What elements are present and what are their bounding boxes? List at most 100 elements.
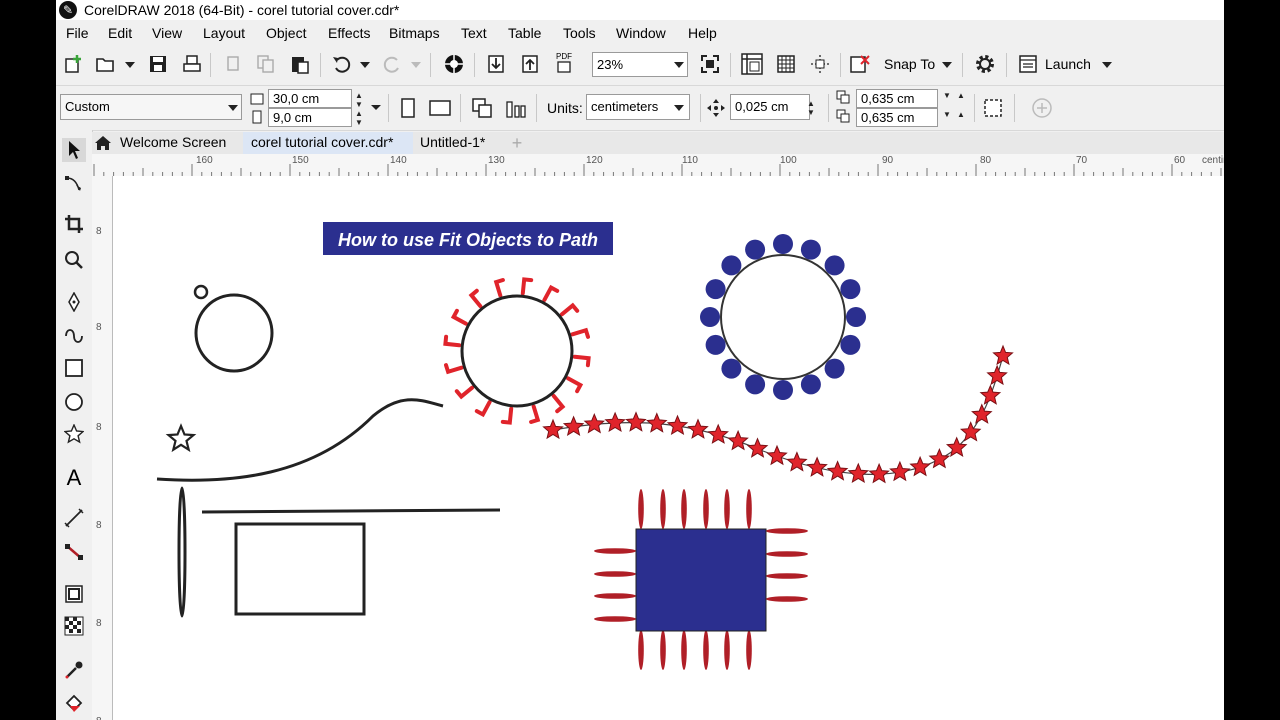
show-guidelines-icon[interactable] <box>808 52 832 76</box>
copy-icon[interactable] <box>254 52 278 76</box>
text-tool-icon[interactable]: A <box>62 465 86 490</box>
menu-object[interactable]: Object <box>266 25 306 41</box>
units-dropdown-icon[interactable] <box>674 105 684 111</box>
page-height-stepper[interactable]: ▲ ▼ <box>352 109 366 127</box>
menu-view[interactable]: View <box>152 25 182 41</box>
redo-dropdown-icon[interactable] <box>411 62 421 68</box>
navy-dot <box>745 239 766 260</box>
snap-to-dropdown-icon[interactable] <box>942 62 952 68</box>
corel-connect-icon[interactable] <box>442 52 466 76</box>
connector-tool-icon[interactable] <box>62 540 86 564</box>
undo-dropdown-icon[interactable] <box>360 62 370 68</box>
menu-table[interactable]: Table <box>508 25 541 41</box>
redo-icon[interactable] <box>380 52 404 76</box>
menu-edit[interactable]: Edit <box>108 25 132 41</box>
drop-shadow-icon[interactable] <box>62 582 86 606</box>
pick-tool-icon[interactable] <box>62 138 86 162</box>
menu-help[interactable]: Help <box>688 25 717 41</box>
menu-effects[interactable]: Effects <box>328 25 371 41</box>
snap-to-label[interactable]: Snap To <box>884 56 935 72</box>
spike <box>594 548 636 554</box>
ruler-label-60: 60 <box>1174 155 1186 166</box>
duplicate-y-stepper-up[interactable]: ▲ <box>954 110 968 119</box>
tab-welcome-screen[interactable]: Welcome Screen <box>112 132 244 154</box>
menu-tools[interactable]: Tools <box>563 25 596 41</box>
launch-label[interactable]: Launch <box>1045 56 1091 72</box>
page-size-extra-icon[interactable] <box>371 105 381 110</box>
current-page-icon[interactable] <box>504 96 528 120</box>
menu-text[interactable]: Text <box>461 25 487 41</box>
import-icon[interactable] <box>484 52 508 76</box>
all-pages-icon[interactable] <box>470 96 494 120</box>
zoom-tool-icon[interactable] <box>62 248 86 272</box>
open-icon[interactable] <box>94 52 118 76</box>
full-screen-icon[interactable] <box>698 52 722 76</box>
polygon-tool-icon[interactable] <box>62 422 86 446</box>
page-border-icon[interactable] <box>981 96 1005 120</box>
nudge-distance-field[interactable]: 0,025 cm <box>730 94 810 120</box>
vertical-ruler[interactable]: 8 8 8 8 8 8 <box>92 176 113 720</box>
portrait-icon[interactable] <box>396 96 420 120</box>
banner[interactable]: How to use Fit Objects to Path <box>323 222 613 255</box>
undo-icon[interactable] <box>330 52 354 76</box>
duplicate-x-stepper-up[interactable]: ▲ <box>954 91 968 100</box>
menu-bitmaps[interactable]: Bitmaps <box>389 25 440 41</box>
spike <box>594 593 636 599</box>
menu-layout[interactable]: Layout <box>203 25 245 41</box>
artistic-media-icon[interactable] <box>62 322 86 346</box>
tab-corel-tutorial-cover[interactable]: corel tutorial cover.cdr* <box>243 132 413 154</box>
red-star <box>826 460 849 481</box>
red-star <box>542 418 564 440</box>
navy-dot <box>846 307 866 327</box>
duplicate-y-stepper[interactable]: ▼ <box>940 110 954 119</box>
save-icon[interactable] <box>146 52 170 76</box>
nudge-stepper[interactable]: ▲ ▼ <box>804 99 818 117</box>
drawing-canvas[interactable]: How to use Fit Objects to Path <box>113 176 1224 720</box>
eyedropper-icon[interactable] <box>62 658 86 682</box>
page-height-field[interactable]: 9,0 cm <box>268 108 352 127</box>
menu-window[interactable]: Window <box>616 25 666 41</box>
home-icon[interactable] <box>92 132 114 154</box>
duplicate-x-stepper[interactable]: ▼ <box>940 91 954 100</box>
options-gear-icon[interactable] <box>973 52 997 76</box>
thin-ellipse <box>177 486 187 618</box>
shape-tool-icon[interactable] <box>62 172 86 196</box>
page-width-field[interactable]: 30,0 cm <box>268 89 352 108</box>
open-dropdown-icon[interactable] <box>125 62 135 68</box>
export-icon[interactable] <box>518 52 542 76</box>
duplicate-x-field[interactable]: 0,635 cm <box>856 89 938 108</box>
fill-icon[interactable] <box>62 692 86 716</box>
print-icon[interactable] <box>180 52 204 76</box>
show-grid-icon[interactable] <box>774 52 798 76</box>
tab-untitled-1[interactable]: Untitled-1* <box>412 132 508 154</box>
navy-dot <box>840 279 861 300</box>
red-tick-mark <box>474 400 492 418</box>
launch-dropdown-icon[interactable] <box>1102 62 1112 68</box>
landscape-icon[interactable] <box>428 96 452 120</box>
add-page-icon[interactable] <box>1030 96 1054 120</box>
duplicate-y-field[interactable]: 0,635 cm <box>856 108 938 127</box>
show-rulers-icon[interactable] <box>740 52 764 76</box>
square-with-spikes <box>594 489 808 670</box>
snap-off-icon[interactable] <box>848 52 872 76</box>
menu-file[interactable]: File <box>66 25 89 41</box>
crop-tool-icon[interactable] <box>62 212 86 236</box>
zoom-dropdown-icon[interactable] <box>674 62 684 68</box>
page-width-stepper[interactable]: ▲ ▼ <box>352 91 366 109</box>
ellipse-tool-icon[interactable] <box>62 390 86 414</box>
paste-icon[interactable] <box>288 52 312 76</box>
new-doc-icon[interactable] <box>62 52 86 76</box>
ruler-label-150: 150 <box>292 155 309 166</box>
pdf-icon[interactable]: PDF <box>552 50 576 74</box>
parallel-dimension-icon[interactable] <box>62 506 86 530</box>
launch-icon[interactable] <box>1016 52 1040 76</box>
add-tab-icon[interactable]: + <box>506 132 528 154</box>
rectangle-tool-icon[interactable] <box>62 356 86 380</box>
coreldraw-window: ✎ CorelDRAW 2018 (64-Bit) - corel tutori… <box>56 0 1224 720</box>
page-preset-dropdown-icon[interactable] <box>228 105 238 111</box>
page-preset-select[interactable]: Custom <box>60 94 242 120</box>
horizontal-ruler[interactable]: 160 150 140 130 120 110 100 90 80 70 60 … <box>92 154 1224 177</box>
freehand-tool-icon[interactable] <box>62 290 86 314</box>
cut-icon[interactable] <box>222 52 246 76</box>
transparency-icon[interactable] <box>62 614 86 638</box>
